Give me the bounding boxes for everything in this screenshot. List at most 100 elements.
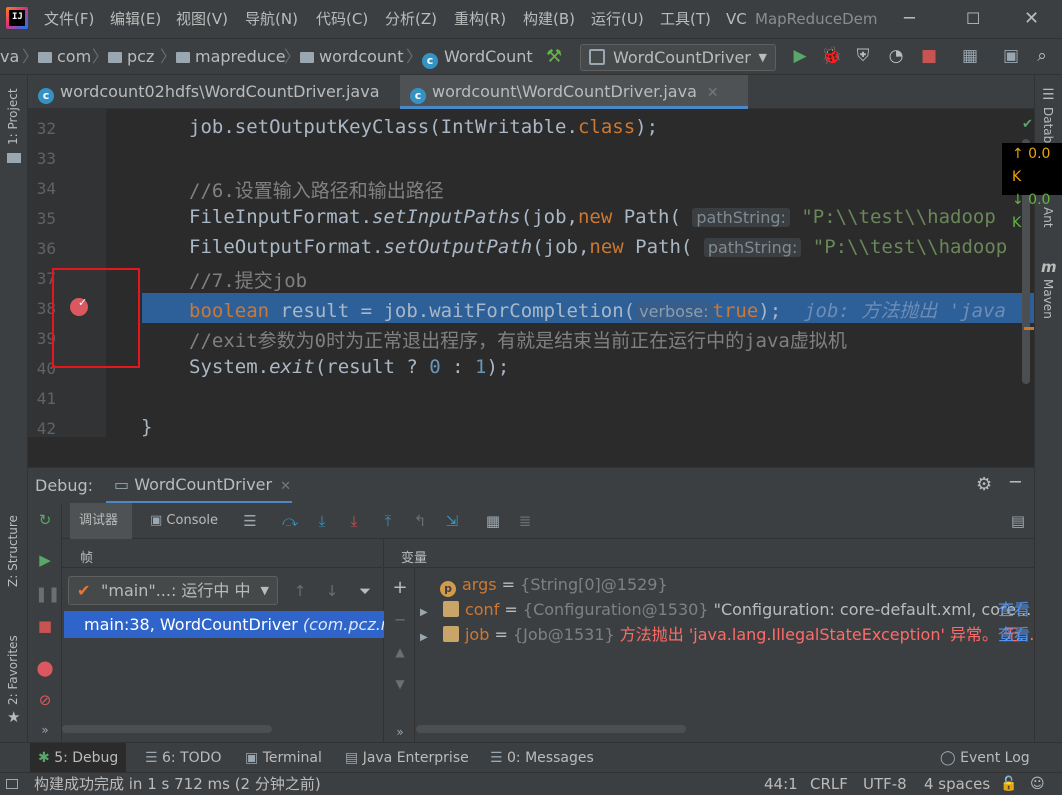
hide-icon[interactable]: ─ [1010, 472, 1021, 493]
close-tab-icon[interactable]: ✕ [707, 85, 719, 101]
menu-view[interactable]: 视图(V) [176, 0, 228, 38]
stop-icon[interactable]: ■ [35, 617, 55, 635]
tool-tab-messages[interactable]: ☰ 0: Messages [490, 743, 594, 773]
indent-setting[interactable]: 4 spaces [924, 773, 990, 795]
pause-icon[interactable]: ❚❚ [35, 585, 60, 603]
step-over-icon[interactable]: ⤼ [280, 512, 300, 530]
show-execution-point-icon[interactable]: ☰ [240, 512, 260, 530]
tool-tab-todo[interactable]: ☰ 6: TODO [145, 743, 221, 773]
breadcrumb-mapreduce[interactable]: mapreduce [176, 39, 286, 75]
frame-row-selected[interactable]: main:38, WordCountDriver (com.pcz.ma [64, 611, 384, 638]
horizontal-scrollbar[interactable] [62, 725, 272, 733]
stop-icon[interactable]: ■ [919, 46, 939, 66]
step-into-icon[interactable]: ⤓ [312, 512, 332, 530]
project-tool-button[interactable]: 1: Project [6, 88, 20, 145]
trace-icon[interactable]: ≣ [515, 512, 535, 530]
favorites-tool-button[interactable]: 2: Favorites [6, 635, 20, 705]
evaluate-expression-icon[interactable]: ▦ [483, 512, 503, 530]
file-encoding[interactable]: UTF-8 [863, 773, 907, 795]
terminal-window-icon[interactable]: ▣ [1001, 46, 1021, 66]
maximize-icon[interactable]: ☐ [966, 0, 980, 38]
layout-settings-icon[interactable]: ▤ [1008, 512, 1028, 530]
event-icon[interactable]: ☺ [1030, 773, 1045, 795]
coverage-icon[interactable]: ⛨ [853, 46, 873, 66]
more-icon[interactable]: » [35, 721, 55, 739]
step-out-icon[interactable]: ⤒ [378, 512, 398, 530]
run-icon[interactable]: ▶ [790, 46, 810, 66]
close-session-icon[interactable]: ✕ [280, 479, 291, 494]
build-hammer-icon[interactable]: ⚒ [546, 39, 562, 75]
move-up-icon[interactable]: ▲ [390, 643, 410, 661]
view-breakpoints-icon[interactable]: ⬤ [35, 659, 55, 677]
thread-select[interactable]: ✔ "main"...: 运行中 中 ▼ [68, 576, 278, 605]
arrow-up-icon[interactable]: ↑ [290, 582, 310, 600]
breadcrumb-class[interactable]: c WordCount [422, 39, 533, 75]
view-value-link[interactable]: 查看 [998, 598, 1030, 622]
status-message[interactable]: 构建成功完成 in 1 s 712 ms (2 分钟之前) [34, 773, 321, 795]
tab-console[interactable]: ▣ Console [150, 503, 218, 539]
debug-icon[interactable]: 🐞 [821, 46, 842, 66]
filter-icon[interactable]: ⏷ [355, 582, 375, 600]
force-step-into-icon[interactable]: ⤓ [344, 512, 364, 530]
database-tool-button[interactable]: Datab [1041, 107, 1055, 143]
menu-code[interactable]: 代码(C) [316, 0, 368, 38]
rerun-icon[interactable]: ↻ [35, 511, 55, 529]
lock-icon[interactable]: 🔓 [1000, 773, 1017, 795]
expand-arrow-icon[interactable]: ▶ [420, 632, 428, 643]
remove-watch-icon[interactable]: ─ [390, 611, 410, 629]
tool-tab-event-log[interactable]: ◯ Event Log [940, 743, 1030, 773]
run-configuration-select[interactable]: WordCountDriver ▼ [580, 44, 776, 71]
menu-refactor[interactable]: 重构(R) [454, 0, 506, 38]
more-icon[interactable]: » [390, 723, 410, 741]
code-editor[interactable]: 32 33 34 35 36 37 38 39 40 41 42 job.set… [28, 109, 1034, 437]
debug-session-tab[interactable]: ▭ WordCountDriver ✕ [106, 468, 292, 504]
profile-icon[interactable]: ◔ [886, 46, 906, 66]
maven-tool-button[interactable]: Maven [1041, 279, 1055, 319]
inspection-ok-icon[interactable]: ✔ [1022, 117, 1033, 132]
resume-icon[interactable]: ▶ [35, 551, 55, 569]
breadcrumb-wordcount[interactable]: wordcount [300, 39, 403, 75]
line-number: 36 [36, 239, 56, 258]
variable-row-args[interactable]: p args = {String[0]@1529} [440, 573, 1034, 597]
tool-tab-java-enterprise[interactable]: ▤ Java Enterprise [345, 743, 469, 773]
tab-wordcount[interactable]: c wordcount\WordCountDriver.java ✕ [400, 75, 748, 109]
project-structure-icon[interactable]: ▦ [960, 46, 980, 66]
variable-row-conf[interactable]: ▶ conf = {Configuration@1530} "Configura… [420, 598, 1034, 622]
tool-windows-icon[interactable] [6, 779, 18, 789]
menu-edit[interactable]: 编辑(E) [110, 0, 161, 38]
add-watch-icon[interactable]: + [390, 579, 410, 597]
search-everywhere-icon[interactable]: ⌕ [1032, 46, 1052, 66]
breadcrumb-pcz[interactable]: pcz [108, 39, 154, 75]
view-value-link[interactable]: 查看 [998, 623, 1030, 647]
menu-tools[interactable]: 工具(T) [660, 0, 711, 38]
tab-wordcount02hdfs[interactable]: c wordcount02hdfs\WordCountDriver.java [28, 75, 398, 109]
tool-tab-debug[interactable]: ✱ 5: Debug [30, 743, 127, 773]
gear-icon[interactable]: ⚙ [976, 474, 992, 495]
line-separator[interactable]: CRLF [810, 773, 848, 795]
minimize-icon[interactable]: ─ [904, 0, 915, 38]
variable-row-job[interactable]: ▶ job = {Job@1531} 方法抛出 'java.lang.Illeg… [420, 623, 1034, 647]
drop-frame-icon[interactable]: ↰ [410, 512, 430, 530]
menu-vcs[interactable]: VC [726, 0, 747, 38]
menu-analyze[interactable]: 分析(Z) [385, 0, 437, 38]
menu-build[interactable]: 构建(B) [523, 0, 575, 38]
horizontal-scrollbar[interactable] [416, 725, 686, 733]
menu-run[interactable]: 运行(U) [591, 0, 644, 38]
breadcrumb-src[interactable]: va [0, 39, 19, 75]
move-down-icon[interactable]: ▼ [390, 675, 410, 693]
caret-position[interactable]: 44:1 [764, 773, 798, 795]
run-to-cursor-icon[interactable]: ⇲ [442, 512, 462, 530]
expand-arrow-icon[interactable]: ▶ [420, 607, 428, 618]
structure-tool-button[interactable]: Z: Structure [6, 515, 20, 587]
mute-breakpoints-icon[interactable]: ⊘ [35, 691, 55, 709]
breadcrumb-com[interactable]: com [38, 39, 91, 75]
tool-tab-terminal[interactable]: ▣ Terminal [245, 743, 322, 773]
tab-debugger[interactable]: 调试器 [70, 503, 132, 539]
frame-location: main:38, WordCountDriver [84, 615, 303, 634]
code-line-37: //7.提交job [189, 270, 308, 292]
menu-navigate[interactable]: 导航(N) [245, 0, 298, 38]
close-icon[interactable]: ✕ [1024, 0, 1039, 38]
menu-file[interactable]: 文件(F) [44, 0, 94, 38]
frames-header: 帧 [80, 551, 94, 566]
arrow-down-icon[interactable]: ↓ [322, 582, 342, 600]
